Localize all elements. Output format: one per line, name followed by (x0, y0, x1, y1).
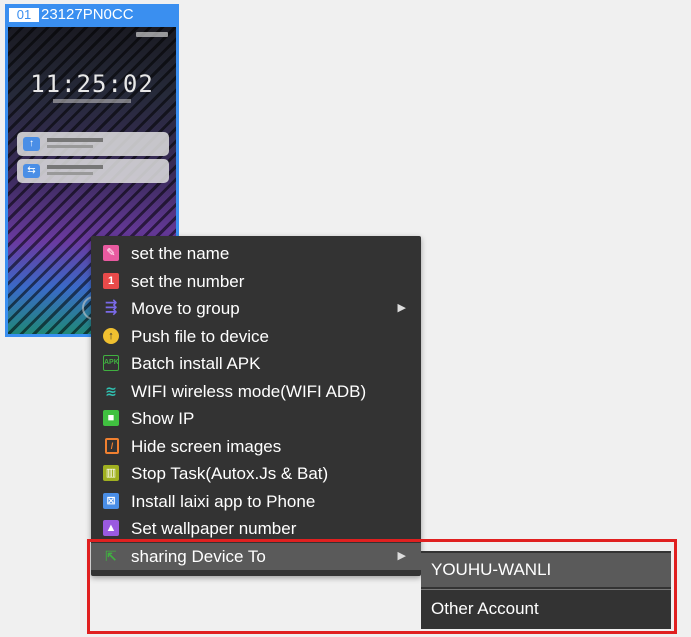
notification-card: ↑ (17, 132, 169, 156)
submenu-item-label: Other Account (431, 599, 539, 618)
hide-screen-icon: / (105, 438, 119, 454)
push-file-icon: ↑ (103, 328, 119, 344)
menu-item-label: set the number (131, 272, 245, 291)
menu-item-label: WIFI wireless mode(WIFI ADB) (131, 382, 367, 401)
wifi-icon: ≋ (105, 383, 117, 399)
status-bar-icons (136, 32, 168, 37)
submenu-item-label: YOUHU-WANLI (431, 560, 552, 579)
menu-item-sharing-device[interactable]: ⇱ sharing Device To ▶ (91, 543, 421, 570)
upload-icon: ↑ (23, 137, 40, 151)
menu-item-label: set the name (131, 244, 230, 263)
usb-icon: ⇆ (23, 164, 40, 178)
menu-item-set-name[interactable]: ✎ set the name (91, 240, 421, 267)
menu-item-move-to-group[interactable]: ⇶ Move to group ▶ (91, 295, 421, 322)
lockscreen-date (53, 99, 131, 103)
menu-item-show-ip[interactable]: ■ Show IP (91, 405, 421, 432)
menu-item-label: Push file to device (131, 327, 269, 346)
menu-item-install-laixi[interactable]: ⊠ Install laixi app to Phone (91, 488, 421, 515)
move-group-icon: ⇶ (104, 299, 118, 316)
submenu-item-youhu-wanli[interactable]: YOUHU-WANLI (421, 553, 671, 587)
device-id: 23127PN0CC (41, 6, 134, 23)
device-header: 01 23127PN0CC (5, 4, 179, 26)
chevron-right-icon: ▶ (397, 302, 406, 314)
trash-icon: ▥ (103, 465, 119, 481)
menu-item-label: Install laixi app to Phone (131, 492, 316, 511)
menu-item-stop-task[interactable]: ▥ Stop Task(Autox.Js & Bat) (91, 460, 421, 487)
context-menu: ✎ set the name 1 set the number ⇶ Move t… (91, 236, 421, 576)
menu-item-label: sharing Device To (131, 547, 266, 566)
number-icon: 1 (103, 273, 119, 289)
menu-item-label: Hide screen images (131, 437, 282, 456)
install-app-icon: ⊠ (103, 493, 119, 509)
wallpaper-icon: ▲ (103, 520, 119, 536)
rename-icon: ✎ (103, 245, 119, 261)
menu-item-label: Move to group (131, 299, 240, 318)
menu-item-set-number[interactable]: 1 set the number (91, 268, 421, 295)
sharing-submenu: YOUHU-WANLI Other Account (421, 551, 671, 629)
menu-item-set-wallpaper[interactable]: ▲ Set wallpaper number (91, 515, 421, 542)
bookmark-icon: ■ (103, 410, 119, 426)
notification-card: ⇆ (17, 159, 169, 183)
submenu-divider (421, 589, 671, 590)
menu-item-label: Batch install APK (131, 354, 261, 373)
menu-item-label: Set wallpaper number (131, 519, 297, 538)
device-number: 01 (9, 8, 39, 22)
menu-item-hide-screen[interactable]: / Hide screen images (91, 433, 421, 460)
chevron-right-icon: ▶ (397, 550, 406, 562)
menu-item-label: Show IP (131, 409, 195, 428)
lockscreen-clock: 11:25:02 (30, 70, 154, 98)
apk-icon: APK (103, 355, 119, 371)
menu-item-batch-install-apk[interactable]: APK Batch install APK (91, 350, 421, 377)
submenu-item-other-account[interactable]: Other Account (421, 592, 671, 626)
share-icon: ⇱ (105, 548, 117, 564)
menu-item-push-file[interactable]: ↑ Push file to device (91, 323, 421, 350)
menu-item-wifi-adb[interactable]: ≋ WIFI wireless mode(WIFI ADB) (91, 378, 421, 405)
menu-item-label: Stop Task(Autox.Js & Bat) (131, 464, 329, 483)
